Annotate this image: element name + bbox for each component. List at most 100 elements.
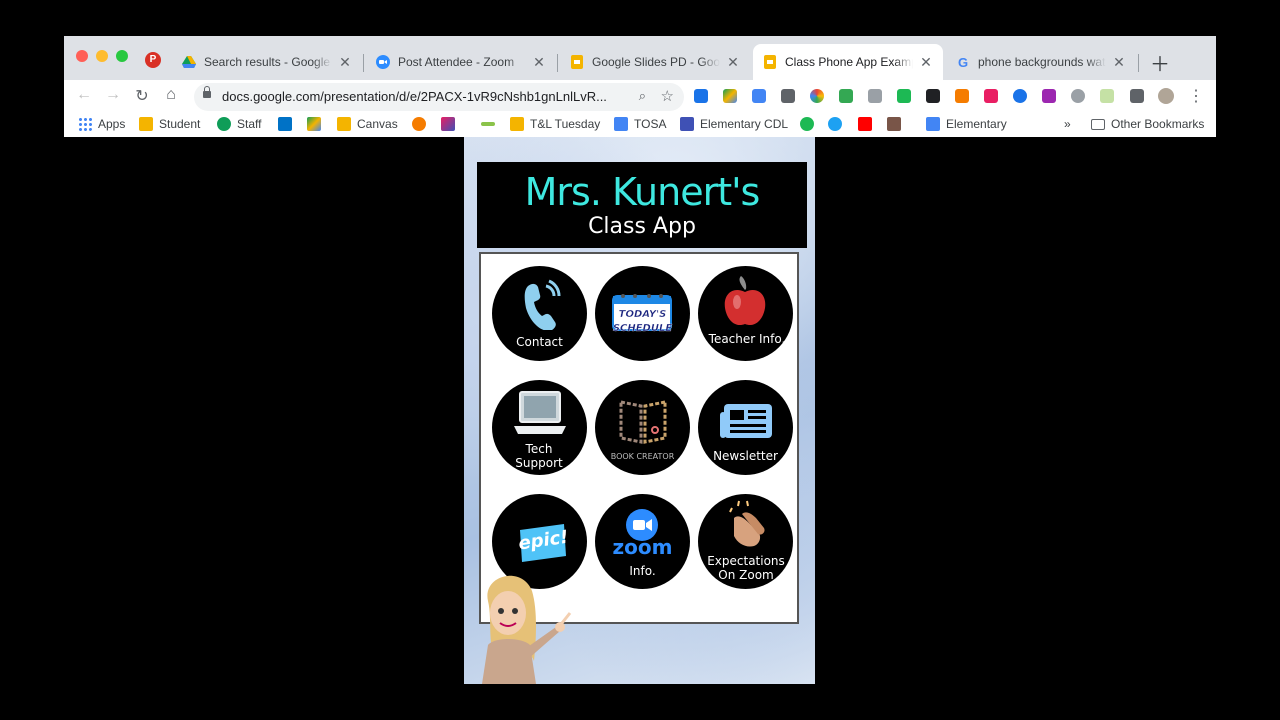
app-contact[interactable]: Contact <box>492 266 587 361</box>
close-icon[interactable]: ✕ <box>532 54 546 71</box>
app-tech-support[interactable]: Tech Support <box>492 380 587 475</box>
extension-icon[interactable] <box>897 89 911 103</box>
tab-title: phone backgrounds watercolor <box>978 55 1106 69</box>
puzzle-icon[interactable] <box>1130 89 1144 103</box>
bookmark-icon[interactable] <box>887 117 901 131</box>
extension-icon[interactable] <box>955 89 969 103</box>
calendar-icon <box>680 117 694 131</box>
app-todays-schedule[interactable]: TODAY'S SCHEDULE <box>595 266 690 361</box>
menu-icon[interactable]: ⋮ <box>1186 86 1206 106</box>
app-zoom-info[interactable]: zoom Info. <box>595 494 690 589</box>
bookmark-staff[interactable]: Staff <box>217 117 261 131</box>
extension-icon[interactable] <box>752 89 766 103</box>
bookmarks-overflow[interactable]: » <box>1064 117 1071 131</box>
extension-icon[interactable] <box>984 89 998 103</box>
lock-icon <box>203 86 211 98</box>
slides-icon <box>510 117 524 131</box>
home-button[interactable]: ⌂ <box>161 86 181 104</box>
app-label: Teacher Info. <box>708 332 786 346</box>
app-newsletter[interactable]: Newsletter <box>698 380 793 475</box>
google-icon: G <box>957 54 969 70</box>
slide: Mrs. Kunert's Class App Contact TODAY'S … <box>464 137 815 684</box>
bookmark-star-icon[interactable]: ☆ <box>661 87 674 105</box>
profile-avatar[interactable]: P <box>145 52 161 68</box>
checkmark-icon[interactable] <box>839 89 853 103</box>
close-window-button[interactable] <box>76 50 88 62</box>
staff-icon <box>217 117 231 131</box>
minimize-window-button[interactable] <box>96 50 108 62</box>
extension-icon[interactable] <box>1100 89 1114 103</box>
bookmark-icon[interactable] <box>481 122 495 126</box>
apps-grid-icon <box>78 117 92 131</box>
spotify-icon[interactable] <box>800 117 814 131</box>
teacher-bitmoji-avatar <box>482 575 572 684</box>
search-icon[interactable]: ⌕ <box>639 88 646 104</box>
tab-strip: P Search results - Google Drive ✕ Post A… <box>64 36 1216 80</box>
bookmark-elementary-cdl[interactable]: Elementary CDL <box>680 117 788 131</box>
outlook-icon[interactable] <box>278 117 292 131</box>
presentation-viewport: Mrs. Kunert's Class App Contact TODAY'S … <box>64 137 1216 684</box>
bookmark-icon[interactable] <box>441 117 455 131</box>
drive-extension-icon[interactable] <box>723 89 737 103</box>
zoom-icon <box>376 55 390 69</box>
folder-icon <box>139 117 153 131</box>
folder-icon <box>1091 118 1105 130</box>
laptop-icon <box>514 391 566 434</box>
bookmark-student[interactable]: Student <box>139 117 200 131</box>
address-bar[interactable]: docs.google.com/presentation/d/e/2PACX-1… <box>194 83 684 111</box>
extension-icon[interactable] <box>1042 89 1056 103</box>
other-bookmarks[interactable]: Other Bookmarks <box>1091 117 1204 131</box>
url-text[interactable]: docs.google.com/presentation/d/e/2PACX-1… <box>222 89 622 104</box>
tab-title: Class Phone App Example <box>785 55 913 69</box>
extension-icon[interactable] <box>781 89 795 103</box>
docs-icon <box>926 117 940 131</box>
app-label: Contact <box>516 335 563 349</box>
tab-phone-backgrounds[interactable]: G phone backgrounds watercolor ✕ <box>946 44 1136 80</box>
app-label: zoom <box>612 535 673 559</box>
app-label: Tech Support <box>515 442 563 470</box>
extension-icon[interactable] <box>694 89 708 103</box>
extension-icon[interactable] <box>868 89 882 103</box>
app-teacher-info[interactable]: Teacher Info. <box>698 266 793 361</box>
close-icon[interactable]: ✕ <box>1112 54 1126 71</box>
app-book-creator[interactable]: BOOK CREATOR <box>595 380 690 475</box>
drive-icon <box>182 55 196 69</box>
tab-class-phone-app-example[interactable]: Class Phone App Example ✕ <box>753 44 943 80</box>
drive-icon[interactable] <box>307 117 321 131</box>
youtube-icon[interactable] <box>858 117 872 131</box>
app-label: TODAY'S SCHEDULE <box>612 309 673 334</box>
bookmarks-bar: Apps Student Staff Canvas T&L Tuesday TO… <box>64 112 1216 138</box>
forward-button[interactable]: → <box>103 86 123 104</box>
bookmark-apps[interactable]: Apps <box>78 117 125 131</box>
close-icon[interactable]: ✕ <box>726 54 740 71</box>
book-creator-icon <box>619 400 667 444</box>
app-sublabel: Info. <box>629 564 656 578</box>
extension-icon[interactable] <box>1013 89 1027 103</box>
tab-post-attendee-zoom[interactable]: Post Attendee - Zoom ✕ <box>366 44 556 80</box>
bookmark-tosa[interactable]: TOSA <box>614 117 666 131</box>
phone-icon <box>524 279 561 330</box>
profile-avatar-icon[interactable] <box>1158 88 1174 104</box>
slide-subtitle: Class App <box>588 214 696 239</box>
close-icon[interactable]: ✕ <box>338 54 352 71</box>
tab-google-slides-pd[interactable]: Google Slides PD - Google Slides ✕ <box>560 44 750 80</box>
app-expectations-on-zoom[interactable]: Expectations On Zoom <box>698 494 793 589</box>
app-label: epic! <box>517 526 570 555</box>
back-button[interactable]: ← <box>74 86 94 104</box>
slide-title: Mrs. Kunert's <box>524 170 761 214</box>
bookmark-tl-tuesday[interactable]: T&L Tuesday <box>510 117 600 131</box>
bookmark-icon[interactable] <box>412 117 426 131</box>
twitter-icon[interactable] <box>828 117 842 131</box>
slide-header: Mrs. Kunert's Class App <box>477 162 807 248</box>
close-icon[interactable]: ✕ <box>919 54 933 71</box>
clapping-hands-icon <box>729 500 765 547</box>
new-tab-button[interactable]: ＋ <box>1150 48 1170 77</box>
extension-icon[interactable] <box>1071 89 1085 103</box>
maximize-window-button[interactable] <box>116 50 128 62</box>
bookmark-elementary[interactable]: Elementary <box>926 117 1007 131</box>
color-picker-icon[interactable] <box>810 89 824 103</box>
bookmark-canvas[interactable]: Canvas <box>337 117 398 131</box>
extension-icon[interactable] <box>926 89 940 103</box>
reload-button[interactable]: ↻ <box>132 86 152 106</box>
tab-search-results[interactable]: Search results - Google Drive ✕ <box>172 44 362 80</box>
